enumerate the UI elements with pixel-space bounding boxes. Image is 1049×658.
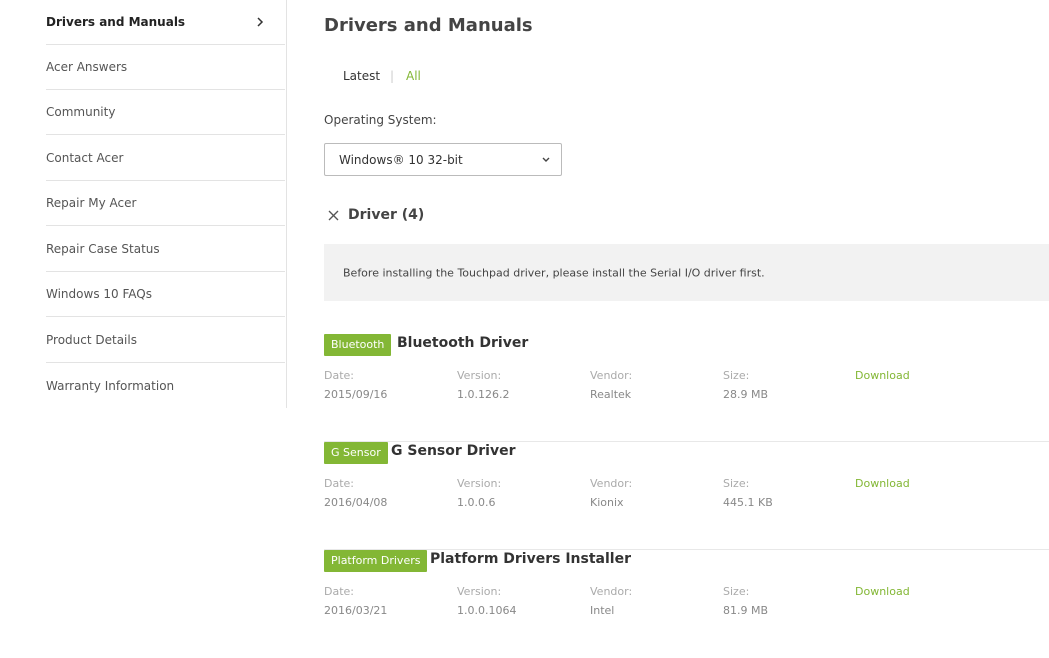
date-label: Date:	[324, 369, 354, 382]
version-field: Version: 1.0.0.1064	[457, 585, 516, 617]
vendor-value: Realtek	[590, 388, 632, 401]
size-field: Size: 445.1 KB	[723, 477, 773, 509]
notice-box: Before installing the Touchpad driver, p…	[324, 244, 1049, 301]
category-badge: Platform Drivers	[324, 550, 428, 572]
size-field: Size: 28.9 MB	[723, 369, 768, 401]
version-label: Version:	[457, 369, 502, 382]
version-value: 1.0.0.1064	[457, 604, 517, 617]
chevron-down-icon	[542, 157, 550, 162]
date-value: 2016/03/21	[324, 604, 388, 617]
version-label: Version:	[457, 585, 502, 598]
version-value: 1.0.126.2	[457, 388, 510, 401]
sidebar-item-drivers-and-manuals[interactable]: Drivers and Manuals	[46, 0, 285, 45]
tab-separator: |	[390, 69, 395, 83]
driver-name: Bluetooth Driver	[397, 335, 529, 351]
page-title: Drivers and Manuals	[324, 15, 533, 36]
download-link[interactable]: Download	[855, 477, 910, 490]
sidebar-item-warranty-information[interactable]: Warranty Information	[46, 363, 285, 408]
os-label: Operating System:	[324, 113, 437, 127]
vendor-field: Vendor: Realtek	[590, 369, 632, 401]
vendor-field: Vendor: Kionix	[590, 477, 632, 509]
date-label: Date:	[324, 477, 354, 490]
version-label: Version:	[457, 477, 502, 490]
driver-item: Bluetooth Bluetooth Driver Date: 2015/09…	[324, 334, 1049, 442]
notice-text: Before installing the Touchpad driver, p…	[343, 266, 765, 279]
date-field: Date: 2016/04/08	[324, 477, 387, 509]
os-select[interactable]: Windows® 10 32-bit	[324, 143, 562, 176]
date-field: Date: 2016/03/21	[324, 585, 387, 617]
vendor-label: Vendor:	[590, 585, 633, 598]
date-field: Date: 2015/09/16	[324, 369, 387, 401]
vendor-value: Intel	[590, 604, 615, 617]
date-value: 2015/09/16	[324, 388, 388, 401]
sidebar-item-label: Warranty Information	[46, 378, 175, 393]
date-label: Date:	[324, 585, 354, 598]
vendor-label: Vendor:	[590, 369, 633, 382]
vendor-value: Kionix	[590, 496, 624, 509]
size-value: 28.9 MB	[723, 388, 769, 401]
size-label: Size:	[723, 369, 750, 382]
category-badge: G Sensor	[324, 442, 388, 464]
sidebar-item-repair-my-acer[interactable]: Repair My Acer	[46, 181, 285, 226]
vendor-label: Vendor:	[590, 477, 633, 490]
size-field: Size: 81.9 MB	[723, 585, 768, 617]
version-field: Version: 1.0.126.2	[457, 369, 509, 401]
sidebar-item-label: Community	[46, 105, 116, 119]
download-link[interactable]: Download	[855, 369, 910, 382]
sidebar-item-community[interactable]: Community	[46, 90, 285, 135]
driver-name: Platform Drivers Installer	[430, 551, 631, 567]
sidebar-item-repair-case-status[interactable]: Repair Case Status	[46, 227, 285, 272]
size-label: Size:	[723, 477, 750, 490]
version-value: 1.0.0.6	[457, 496, 496, 509]
size-value: 445.1 KB	[723, 496, 773, 509]
close-icon	[328, 210, 339, 221]
sidebar-item-acer-answers[interactable]: Acer Answers	[46, 45, 285, 90]
chevron-right-icon	[257, 17, 264, 27]
sidebar-item-label: Repair My Acer	[46, 196, 137, 210]
driver-item: G Sensor G Sensor Driver Date: 2016/04/0…	[324, 442, 1049, 550]
driver-name: G Sensor Driver	[391, 443, 516, 459]
sidebar-item-label: Windows 10 FAQs	[46, 287, 152, 301]
sidebar-item-label: Product Details	[46, 333, 137, 347]
version-field: Version: 1.0.0.6	[457, 477, 501, 509]
sidebar-item-label: Repair Case Status	[46, 242, 160, 256]
driver-item: Platform Drivers Platform Drivers Instal…	[324, 550, 1049, 658]
sidebar: Drivers and Manuals Acer Answers Communi…	[0, 0, 287, 408]
sidebar-item-product-details[interactable]: Product Details	[46, 318, 285, 363]
sidebar-item-windows-10-faqs[interactable]: Windows 10 FAQs	[46, 272, 285, 317]
vendor-field: Vendor: Intel	[590, 585, 632, 617]
date-value: 2016/04/08	[324, 496, 388, 509]
sidebar-item-contact-acer[interactable]: Contact Acer	[46, 136, 285, 181]
size-label: Size:	[723, 585, 750, 598]
section-title: Driver (4)	[348, 207, 425, 223]
download-link[interactable]: Download	[855, 585, 910, 598]
sidebar-item-label: Drivers and Manuals	[46, 15, 186, 29]
size-value: 81.9 MB	[723, 604, 769, 617]
category-badge: Bluetooth	[324, 334, 392, 356]
os-select-value: Windows® 10 32-bit	[339, 152, 463, 167]
tab-all[interactable]: All	[406, 69, 421, 83]
sidebar-item-label: Contact Acer	[46, 151, 124, 165]
sidebar-item-label: Acer Answers	[46, 60, 128, 74]
tab-latest[interactable]: Latest	[343, 69, 380, 83]
